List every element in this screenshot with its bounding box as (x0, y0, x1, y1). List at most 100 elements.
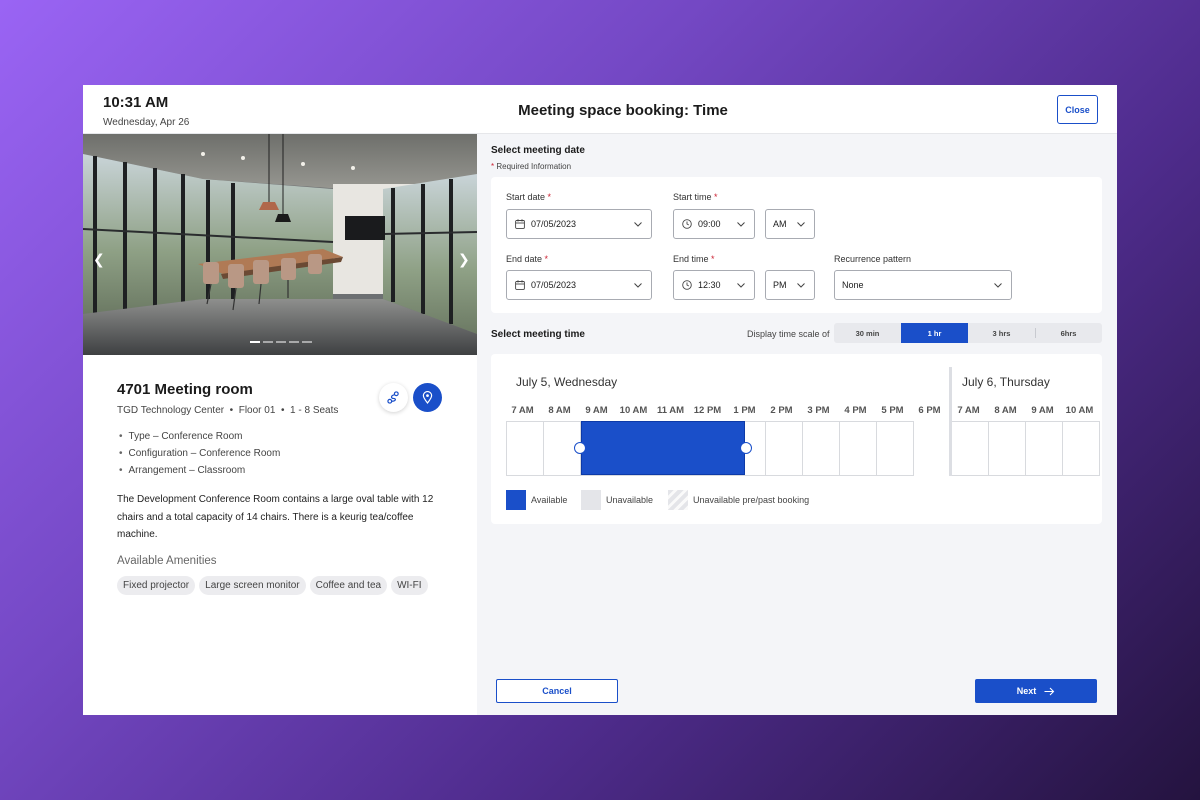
scale-option-1hr[interactable]: 1 hr (901, 323, 968, 343)
selected-booking-block[interactable] (581, 421, 745, 475)
legend-pre-post: Unavailable pre/past booking (668, 490, 809, 510)
legend-available: Available (506, 490, 567, 510)
hour-label: 3 PM (807, 405, 830, 416)
day2-heading: July 6, Thursday (962, 375, 1050, 389)
start-ampm-value: AM (773, 219, 787, 229)
hour-label: 9 AM (585, 405, 608, 416)
start-time-picker[interactable]: 09:00 (673, 209, 755, 239)
end-date-value: 07/05/2023 (531, 280, 577, 290)
end-ampm-select[interactable]: PM (765, 270, 815, 300)
recurrence-value: None (842, 280, 864, 290)
booking-start-handle[interactable] (574, 442, 586, 454)
room-photo (83, 134, 477, 355)
end-date-picker[interactable]: 07/05/2023 (506, 270, 652, 300)
hour-label: 7 AM (511, 405, 534, 416)
day-divider (949, 367, 952, 476)
unavailable-swatch (581, 490, 601, 510)
start-time-value: 09:00 (698, 219, 721, 229)
date-card: Start date * 07/05/2023 Start time * 09:… (491, 177, 1102, 313)
directions-button[interactable] (379, 383, 408, 412)
time-slot[interactable] (840, 422, 877, 475)
day2-time-grid[interactable] (951, 421, 1100, 476)
recurrence-select[interactable]: None (834, 270, 1012, 300)
time-slot[interactable] (1026, 422, 1063, 475)
carousel-dot[interactable] (289, 341, 299, 343)
end-time-picker[interactable]: 12:30 (673, 270, 755, 300)
carousel-dot[interactable] (276, 341, 286, 343)
hour-label: 12 PM (693, 405, 722, 416)
booking-end-handle[interactable] (740, 442, 752, 454)
hour-label: 10 AM (619, 405, 648, 416)
scale-option-3hrs[interactable]: 3 hrs (968, 323, 1035, 343)
hour-label: 8 AM (548, 405, 571, 416)
route-icon (387, 391, 399, 404)
room-name: 4701 Meeting room (117, 381, 253, 398)
hour-label: 7 AM (957, 405, 980, 416)
room-seats: 1 - 8 Seats (290, 405, 339, 416)
cancel-label: Cancel (542, 686, 572, 696)
scale-option-6hrs[interactable]: 6hrs (1035, 323, 1102, 343)
amenities-list: Fixed projector Large screen monitor Cof… (117, 576, 428, 595)
hour-label: 6 PM (918, 405, 941, 416)
time-slot[interactable] (766, 422, 803, 475)
amenities-title: Available Amenities (117, 555, 217, 567)
next-label: Next (1016, 686, 1037, 696)
hour-label: 9 AM (1031, 405, 1054, 416)
end-date-label: End date * (506, 254, 549, 264)
end-time-label: End time * (673, 254, 715, 264)
start-date-picker[interactable]: 07/05/2023 (506, 209, 652, 239)
carousel-dot[interactable] (250, 341, 260, 343)
next-button[interactable]: Next (975, 679, 1097, 703)
carousel-indicator (250, 341, 312, 343)
carousel-dot[interactable] (302, 341, 312, 343)
booking-form-panel: Select meeting date * Required Informati… (477, 134, 1117, 715)
time-section-title: Select meeting time (491, 329, 585, 340)
start-date-label: Start date * (506, 192, 552, 202)
pre-post-booking-swatch (668, 490, 688, 510)
end-ampm-value: PM (773, 280, 787, 290)
amenity-chip: Coffee and tea (309, 576, 388, 595)
page-title: Meeting space booking: Time (518, 102, 728, 119)
scale-option-30min[interactable]: 30 min (834, 323, 901, 343)
end-time-value: 12:30 (698, 280, 721, 290)
carousel-prev-icon[interactable]: ❮ (93, 251, 105, 268)
time-slot[interactable] (803, 422, 840, 475)
chevron-down-icon (737, 221, 745, 227)
hour-label: 1 PM (733, 405, 756, 416)
legend-label: Unavailable pre/past booking (693, 495, 810, 505)
time-slot[interactable] (989, 422, 1026, 475)
start-time-label: Start time * (673, 192, 718, 202)
hour-label: 11 AM (656, 405, 685, 416)
time-slot[interactable] (877, 422, 914, 475)
carousel-dot[interactable] (263, 341, 273, 343)
cancel-button[interactable]: Cancel (496, 679, 618, 703)
chevron-down-icon (797, 282, 805, 288)
calendar-icon (515, 219, 525, 229)
clock-icon (682, 219, 692, 229)
start-date-value: 07/05/2023 (531, 219, 577, 229)
time-scale-switch: 30 min 1 hr 3 hrs 6hrs (834, 323, 1102, 343)
hour-label: 4 PM (844, 405, 867, 416)
room-details-panel: ❮ ❯ 4701 Meeting room TGD Technology Cen… (83, 134, 477, 715)
feature-item: Arrangement – Classroom (119, 465, 280, 482)
close-button[interactable]: Close (1057, 95, 1098, 124)
hour-label: 8 AM (994, 405, 1017, 416)
date-section-title: Select meeting date (491, 145, 585, 156)
required-note: * Required Information (491, 162, 572, 171)
clock-icon (682, 280, 692, 290)
carousel-next-icon[interactable]: ❯ (458, 251, 470, 268)
start-ampm-select[interactable]: AM (765, 209, 815, 239)
available-swatch (506, 490, 526, 510)
time-slot[interactable] (507, 422, 544, 475)
day1-hour-labels: 7 AM 8 AM 9 AM 10 AM 11 AM 12 PM 1 PM 2 … (504, 405, 948, 416)
chevron-down-icon (634, 221, 642, 227)
map-button[interactable] (413, 383, 442, 412)
chevron-down-icon (737, 282, 745, 288)
room-photo-carousel[interactable]: ❮ ❯ (83, 134, 477, 355)
chevron-down-icon (994, 282, 1002, 288)
time-slot[interactable] (1063, 422, 1100, 475)
legend-unavailable: Unavailable (581, 490, 653, 510)
room-floor: Floor 01 (238, 405, 276, 416)
time-slot[interactable] (952, 422, 989, 475)
room-features: Type – Conference Room Configuration – C… (119, 431, 281, 482)
